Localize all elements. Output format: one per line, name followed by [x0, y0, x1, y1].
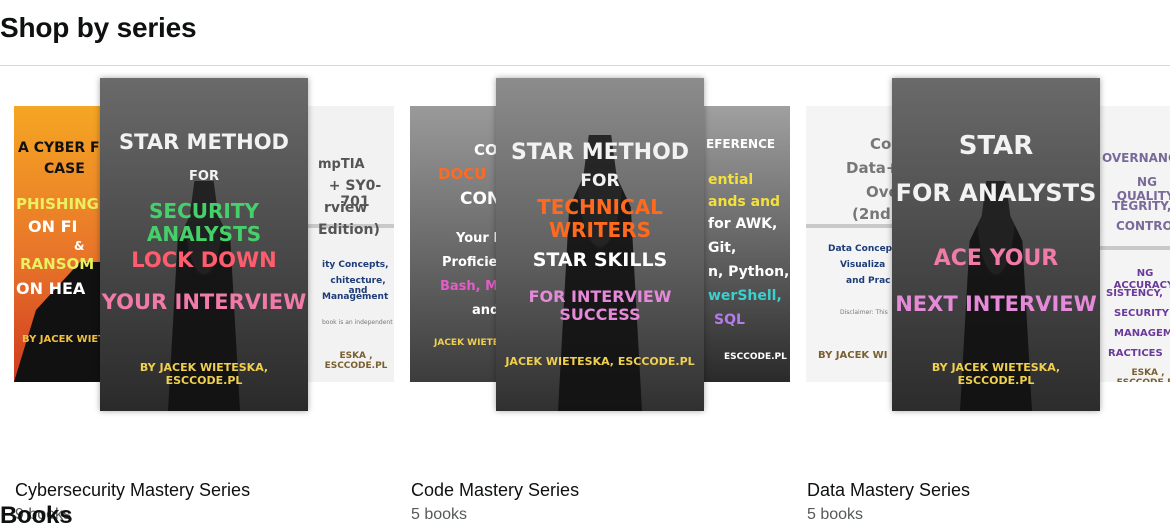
- series-card-code[interactable]: CO DOCU CONT Your P Proficie Bash, Ma an…: [410, 78, 790, 523]
- cover-text: STAR METHOD: [510, 140, 690, 165]
- cover-text: RANSOM: [20, 255, 95, 273]
- cover-text: A CYBER F: [18, 140, 100, 156]
- book-cover-front: STAR FOR ANALYSTS ACE YOUR NEXT INTERVIE…: [892, 78, 1100, 411]
- cover-text: mpTIA: [318, 157, 365, 172]
- cover-text: for AWK,: [708, 216, 778, 232]
- cover-text: &: [74, 239, 85, 253]
- cover-text: ESCCODE.PL: [724, 352, 787, 362]
- cover-text: SECURITY: [1114, 308, 1169, 319]
- book-cover-front: STAR METHOD FOR SECURITY ANALYSTS LOCK D…: [100, 78, 308, 411]
- cover-text: BY JACEK WIETESKA, ESCCODE.PL: [139, 361, 269, 387]
- section-heading-shop-by-series: Shop by series: [0, 12, 197, 43]
- cover-text: n, Python,: [708, 264, 790, 280]
- series-covers[interactable]: A CYBER F CASE PHISHING ON FI & RANSOM O…: [14, 78, 394, 411]
- cover-text: LOCK DOWN: [131, 248, 277, 272]
- cover-text: Management: [322, 292, 389, 302]
- cover-text: STAR: [958, 131, 1034, 161]
- series-title[interactable]: Code Mastery Series: [411, 480, 579, 501]
- cover-text: ESKA , ESCCODE.PL: [324, 351, 388, 372]
- series-title[interactable]: Cybersecurity Mastery Series: [15, 480, 250, 501]
- cover-text: ACE YOUR: [933, 246, 1059, 271]
- cover-text: BY JACEK WI: [818, 350, 888, 361]
- cover-text: FOR ANALYSTS: [895, 179, 1097, 207]
- cover-text: ential: [708, 172, 754, 188]
- cover-text: TEGRITY,: [1112, 199, 1170, 213]
- series-book-count: 5 books: [807, 506, 864, 523]
- cover-text: SECURITY ANALYSTS: [146, 199, 262, 246]
- cover-text: Edition): [318, 222, 380, 238]
- cover-text: FOR: [189, 169, 219, 184]
- cover-text: ON HEA: [16, 279, 86, 298]
- cover-text: rview: [324, 200, 368, 216]
- section-heading-books: Books: [0, 502, 73, 529]
- cover-text: Data Concepts: [828, 244, 902, 254]
- section-divider: [0, 65, 1170, 66]
- cover-text: SISTENCY,: [1106, 288, 1163, 299]
- cover-text: Git,: [708, 240, 737, 256]
- cover-text: STAR SKILLS: [532, 249, 668, 271]
- cover-text: Proficie: [442, 255, 498, 270]
- cover-text: ity Concepts,: [322, 260, 389, 270]
- cover-text: CASE: [44, 161, 85, 177]
- cover-text: YOUR INTERVIEW: [101, 290, 307, 314]
- cover-text: MANAGEMENT: [1114, 328, 1170, 339]
- cover-text: BY JACEK WIETE: [22, 334, 112, 345]
- cover-text: JACEK WIETES: [434, 338, 506, 348]
- cover-text: ESKA , ESCCODE.PL: [1117, 368, 1170, 382]
- cover-text: EFERENCE: [706, 137, 776, 151]
- cover-text: CONTROL: [1116, 219, 1170, 233]
- cover-text: PHISHING: [16, 195, 99, 213]
- series-card-cybersecurity[interactable]: A CYBER F CASE PHISHING ON FI & RANSOM O…: [14, 78, 394, 523]
- series-card-data[interactable]: Co Data+ Ove (2nd Data Concepts Visualiz…: [806, 78, 1170, 523]
- series-covers[interactable]: Co Data+ Ove (2nd Data Concepts Visualiz…: [806, 78, 1170, 411]
- cover-text: Co: [870, 135, 892, 153]
- series-book-count: 5 books: [411, 506, 468, 523]
- cover-text: Disclaimer: This: [840, 309, 888, 316]
- cover-text: CO: [474, 141, 498, 159]
- series-title[interactable]: Data Mastery Series: [807, 480, 970, 501]
- cover-text: OVERNANCE:: [1102, 151, 1170, 165]
- cover-text: RACTICES: [1108, 348, 1163, 359]
- cover-text: werShell,: [708, 288, 782, 304]
- cover-text: DOCU: [438, 165, 487, 183]
- cover-text: book is an independent: [322, 319, 393, 326]
- cover-text: ands and: [708, 194, 781, 210]
- cover-text: SQL: [714, 312, 745, 328]
- cover-text: JACEK WIETESKA, ESCCODE.PL: [505, 355, 695, 368]
- cover-text: FOR INTERVIEW SUCCESS: [528, 287, 672, 325]
- cover-text: and Prac: [846, 276, 891, 286]
- cover-text: Data+: [846, 159, 899, 177]
- cover-text: ON FI: [28, 217, 78, 236]
- series-covers[interactable]: CO DOCU CONT Your P Proficie Bash, Ma an…: [410, 78, 790, 411]
- book-cover-front: STAR METHOD FOR TECHNICAL WRITERS STAR S…: [496, 78, 704, 411]
- cover-text: NEXT INTERVIEW: [895, 292, 1097, 316]
- cover-text: FOR: [580, 171, 620, 191]
- cover-text: STAR METHOD: [119, 130, 289, 154]
- cover-text: Visualiza: [840, 260, 886, 270]
- cover-text: TECHNICAL WRITERS: [537, 195, 663, 242]
- cover-text: (2nd: [852, 205, 891, 223]
- cover-text: BY JACEK WIETESKA, ESCCODE.PL: [931, 361, 1061, 387]
